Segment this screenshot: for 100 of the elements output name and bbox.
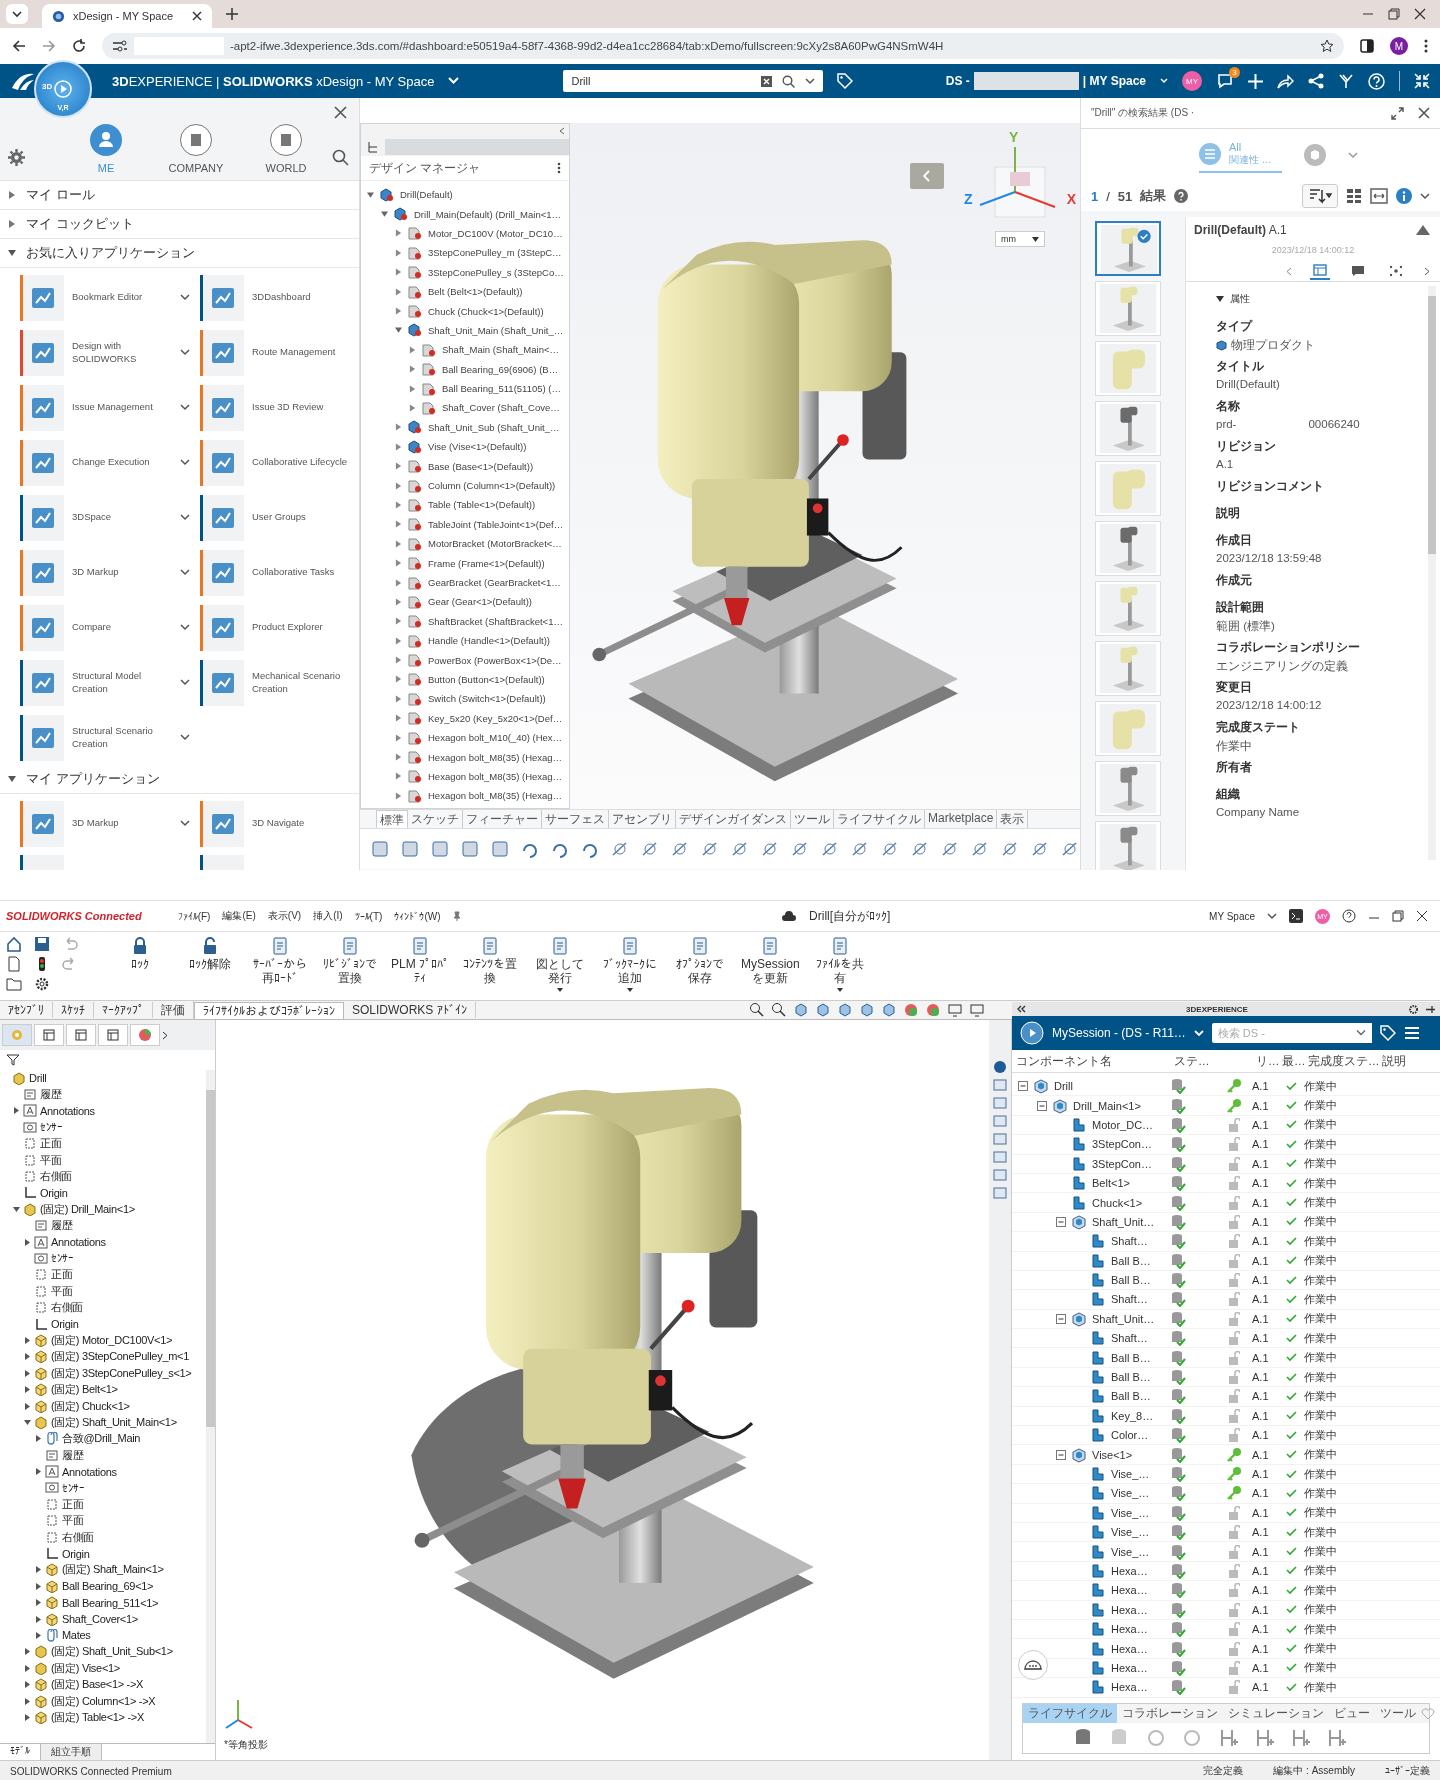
expand-arrow-icon[interactable] bbox=[395, 714, 402, 723]
menu-icon[interactable] bbox=[1403, 1026, 1420, 1040]
info-icon[interactable] bbox=[1396, 188, 1412, 204]
tree-item[interactable]: Shaft… bbox=[1111, 1235, 1148, 1248]
tree-item[interactable]: 右側面 bbox=[40, 1169, 73, 1185]
tree-item[interactable]: Ball B… bbox=[1111, 1351, 1151, 1364]
expand-arrow-icon[interactable] bbox=[395, 772, 402, 781]
expand-arrow-icon[interactable] bbox=[24, 1386, 31, 1394]
ribbon-tab[interactable]: ﾗｲﾌｻｲｸﾙおよびｺﾗﾎﾞﾚｰｼｮﾝ bbox=[194, 1001, 344, 1019]
tree-item[interactable]: Origin bbox=[51, 1318, 79, 1331]
tree-item[interactable]: Column (Column<1>(Default)) bbox=[428, 480, 556, 492]
ribbon-button[interactable]: MySessionを更新 bbox=[738, 936, 802, 986]
collapse-panel-icon[interactable] bbox=[559, 127, 565, 135]
toolbar-tab[interactable]: シミュレーション bbox=[1223, 1704, 1329, 1723]
menu-item[interactable]: 挿入(I) bbox=[313, 909, 343, 923]
expand-arrow-icon[interactable] bbox=[395, 753, 402, 761]
expand-arrow-icon[interactable] bbox=[35, 1435, 42, 1443]
tree-item[interactable]: Vise_… bbox=[1111, 1506, 1150, 1519]
tree-item[interactable]: Motor_DC… bbox=[1092, 1118, 1154, 1131]
tool-icon[interactable] bbox=[400, 839, 420, 859]
toolbar-tab[interactable]: ツール bbox=[1375, 1704, 1421, 1723]
app-tile[interactable]: Bookmark Editor bbox=[20, 270, 190, 325]
tree-item[interactable]: Hexa… bbox=[1111, 1623, 1148, 1636]
chevron-right-icon[interactable] bbox=[162, 1030, 168, 1040]
expand-arrow-icon[interactable] bbox=[381, 210, 388, 219]
tree-item[interactable]: Chuck (Chuck<1>(Default)) bbox=[428, 305, 544, 317]
section-header[interactable]: 属性 bbox=[1216, 292, 1420, 306]
chevron-down-icon[interactable] bbox=[1267, 912, 1277, 920]
tree-item[interactable]: Button (Button<1>(Default)) bbox=[428, 673, 545, 685]
compass-y-icon[interactable] bbox=[1338, 73, 1354, 89]
fit-width-icon[interactable] bbox=[1370, 188, 1388, 204]
app-tile[interactable]: Structural Scenario Creation bbox=[20, 710, 190, 765]
tree-item[interactable]: Vise_… bbox=[1111, 1468, 1150, 1480]
tree-item[interactable]: Base (Base<1>(Default)) bbox=[428, 460, 534, 472]
tree-item[interactable]: Vise_… bbox=[1111, 1526, 1150, 1539]
expand-arrow-icon[interactable] bbox=[35, 1566, 42, 1574]
tree-item[interactable]: Table (Table<1>(Default)) bbox=[428, 499, 536, 511]
ribbon-button[interactable]: ﾘﾋﾞｼﾞｮﾝで置換 bbox=[318, 936, 382, 986]
expand-arrow-icon[interactable] bbox=[395, 442, 402, 451]
expand-arrow-icon[interactable] bbox=[395, 597, 402, 606]
ribbon-button[interactable]: ﾌｧｲﾙを共有 bbox=[808, 936, 872, 992]
expand-arrow-icon[interactable] bbox=[24, 1336, 31, 1344]
tree-item[interactable]: Shaft_Main (Shaft_Main<… bbox=[442, 344, 559, 356]
tree-item[interactable]: Vise_… bbox=[1111, 1487, 1150, 1500]
clear-icon[interactable] bbox=[761, 75, 773, 87]
expand-arrow-icon[interactable] bbox=[395, 791, 402, 800]
tree-item[interactable]: Ball Bearing_511(51105) (… bbox=[442, 383, 561, 395]
tree-item[interactable]: 右側面 bbox=[62, 1529, 95, 1545]
tree-item[interactable]: Shaft_Cover (Shaft_Cove… bbox=[442, 402, 560, 414]
task-pane-icon[interactable] bbox=[993, 1060, 1007, 1074]
tree-item[interactable]: Color… bbox=[1111, 1429, 1149, 1442]
expand-arrow-icon[interactable] bbox=[409, 345, 416, 354]
tree-item[interactable]: Ball B… bbox=[1111, 1274, 1151, 1287]
help-icon[interactable] bbox=[1174, 189, 1189, 203]
expand-arrow-icon[interactable] bbox=[395, 268, 402, 277]
expand-arrow-icon[interactable] bbox=[395, 248, 402, 257]
tree-item[interactable]: Shaft_Unit… bbox=[1092, 1312, 1155, 1325]
menu-item[interactable]: ﾌｧｲﾙ(F) bbox=[177, 910, 211, 922]
double-chevron-left-icon[interactable] bbox=[1016, 1005, 1026, 1013]
tree-item[interactable]: Annotations bbox=[62, 1465, 117, 1478]
ribbon-button[interactable]: ﾛｯｸ bbox=[108, 936, 172, 972]
scrollbar[interactable] bbox=[1428, 286, 1436, 860]
expand-arrow-icon[interactable] bbox=[24, 1664, 31, 1672]
more-options-icon[interactable] bbox=[557, 162, 561, 174]
menu-item[interactable]: 編集(E) bbox=[222, 909, 256, 923]
tree-item[interactable]: (固定) Column<1> ->X bbox=[51, 1693, 156, 1709]
bottom-tab[interactable]: 組立手順 bbox=[41, 1744, 102, 1760]
expand-arrow-icon[interactable] bbox=[395, 520, 402, 529]
expand-arrow-icon[interactable] bbox=[409, 404, 416, 412]
ribbon-button[interactable]: PLM ﾌﾟﾛﾊﾟﾃｨ bbox=[388, 936, 452, 986]
tool-icon[interactable] bbox=[490, 839, 510, 859]
tree-item[interactable]: (固定) Shaft_Main<1> bbox=[62, 1562, 164, 1578]
tab-list-button[interactable] bbox=[6, 4, 28, 24]
tree-item[interactable]: TableJoint (TableJoint<1>(Def… bbox=[428, 518, 564, 530]
tree-item[interactable]: Origin bbox=[62, 1547, 90, 1560]
tree-item[interactable]: 3StepConePulley_m (3StepC… bbox=[428, 247, 562, 259]
tree-item[interactable]: Frame (Frame<1>(Default)) bbox=[428, 557, 545, 569]
column-header[interactable]: 説明 bbox=[1378, 1053, 1440, 1069]
tree-item[interactable]: 正面 bbox=[40, 1136, 62, 1152]
collapse-icon[interactable] bbox=[1056, 1313, 1066, 1324]
home-icon[interactable] bbox=[6, 936, 22, 952]
expand-arrow-icon[interactable] bbox=[35, 1582, 42, 1590]
expand-arrow-icon[interactable] bbox=[13, 1205, 20, 1213]
expand-arrow-icon[interactable] bbox=[395, 307, 402, 316]
view-tool-icon[interactable] bbox=[837, 1002, 853, 1018]
tree-item[interactable]: Hexagon bolt_M8(35) (Hexag… bbox=[428, 790, 563, 802]
search-field[interactable]: 検索 DS - bbox=[1211, 1023, 1350, 1043]
view-tool-icon[interactable] bbox=[815, 1002, 831, 1018]
expand-arrow-icon[interactable] bbox=[395, 229, 402, 238]
tree-item[interactable]: Shaft_Unit_Main (Shaft_Unit_… bbox=[428, 324, 564, 336]
tree-item[interactable]: Vise<1> bbox=[1092, 1448, 1133, 1461]
tree-item[interactable]: ShaftBracket (ShaftBracket<1… bbox=[428, 615, 563, 627]
close-icon[interactable] bbox=[1418, 107, 1430, 119]
menu-item[interactable]: ﾂｰﾙ(T) bbox=[354, 910, 383, 922]
pin-icon[interactable] bbox=[452, 911, 463, 921]
settings-icon[interactable] bbox=[34, 976, 50, 992]
expand-arrow-icon[interactable] bbox=[24, 1353, 31, 1361]
tree-item[interactable]: (固定) Motor_DC100V<1> bbox=[51, 1332, 173, 1348]
forward-arrow-icon[interactable] bbox=[42, 39, 56, 53]
view-tool-icon[interactable] bbox=[859, 1002, 875, 1018]
